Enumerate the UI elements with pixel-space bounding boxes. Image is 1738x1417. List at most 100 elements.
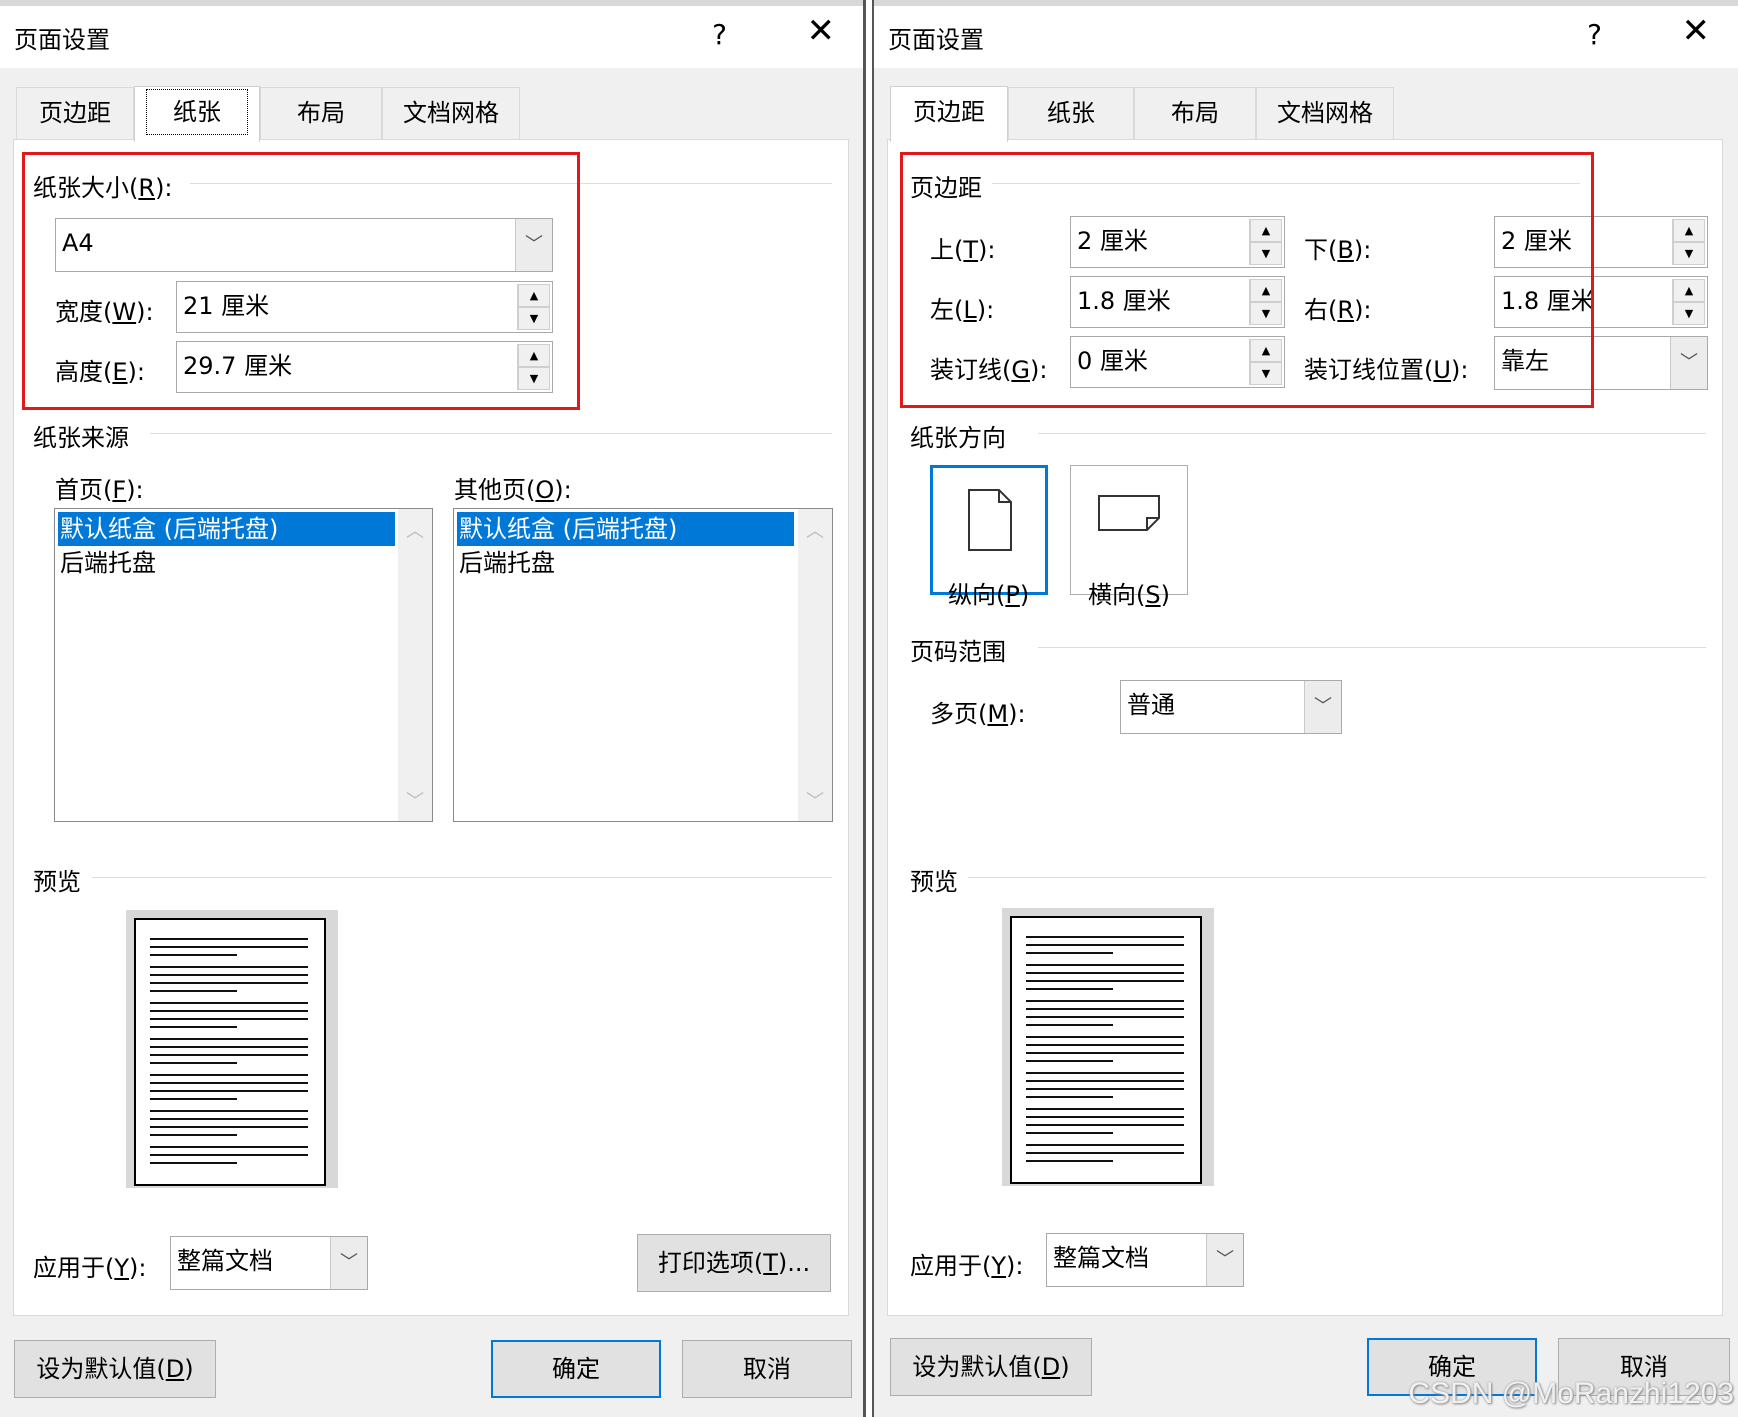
close-icon[interactable]: ✕ xyxy=(807,14,836,48)
preview-text-line xyxy=(150,1110,308,1112)
preview-text-line xyxy=(150,1126,308,1128)
preview-text-line xyxy=(1026,1008,1184,1010)
preview-text-line xyxy=(1026,1060,1113,1062)
preview-text-line xyxy=(1026,1080,1184,1082)
preview-text-line xyxy=(1026,1072,1184,1074)
preview-text-line xyxy=(150,982,308,984)
list-item[interactable]: 后端托盘 xyxy=(58,546,395,580)
multiple-pages-value: 普通 xyxy=(1127,691,1175,719)
tab-paper[interactable]: 纸张 xyxy=(134,86,260,142)
divider xyxy=(92,877,832,878)
tab-label: 文档网格 xyxy=(403,99,499,127)
apply-to-combo[interactable]: 整篇文档 ﹀ xyxy=(1046,1233,1244,1287)
preview-text-line xyxy=(1026,952,1113,954)
right-margin-spinner[interactable]: ▲ ▼ xyxy=(1672,279,1705,325)
preview-text-line xyxy=(150,1054,308,1056)
orientation-label: 纸张方向 xyxy=(910,424,1006,452)
tab-label: 页边距 xyxy=(39,99,111,127)
print-options-button[interactable]: 打印选项(T)... xyxy=(637,1234,831,1292)
set-as-default-button[interactable]: 设为默认值(D) xyxy=(890,1338,1092,1396)
help-icon[interactable]: ? xyxy=(1587,18,1602,51)
portrait-label: 纵向(P) xyxy=(948,581,1030,609)
preview-text-line xyxy=(150,1074,308,1076)
list-item[interactable]: 后端托盘 xyxy=(457,546,794,580)
preview-document xyxy=(134,918,326,1186)
preview-text-line xyxy=(150,946,308,948)
tab-label: 文档网格 xyxy=(1277,99,1373,127)
preview-text-line xyxy=(150,1018,308,1020)
tab-margins[interactable]: 页边距 xyxy=(890,86,1008,142)
ok-button[interactable]: 确定 xyxy=(491,1340,661,1398)
spin-up-icon[interactable]: ▲ xyxy=(1673,219,1705,242)
tab-layout[interactable]: 布局 xyxy=(1134,87,1256,139)
scrollbar[interactable]: ︿ ﹀ xyxy=(798,509,832,821)
preview-text-line xyxy=(1026,1016,1184,1018)
preview-text-line xyxy=(1026,1132,1113,1134)
chevron-down-icon[interactable]: ﹀ xyxy=(1206,1234,1243,1286)
preview-text-line xyxy=(150,1118,308,1120)
dialog-title: 页面设置 xyxy=(888,26,984,54)
chevron-down-icon[interactable]: ﹀ xyxy=(1670,337,1707,389)
other-pages-tray-list[interactable]: 默认纸盒 (后端托盘) 后端托盘 ︿ ﹀ xyxy=(453,508,833,822)
preview-text-line xyxy=(150,1046,308,1048)
preview-text-line xyxy=(1026,964,1184,966)
chevron-up-icon[interactable]: ︿ xyxy=(798,517,832,543)
tab-label: 布局 xyxy=(1171,99,1219,127)
watermark: CSDN @MoRanzhi1203 xyxy=(1408,1377,1734,1410)
close-icon[interactable]: ✕ xyxy=(1682,14,1711,48)
preview-text-line xyxy=(1026,1052,1184,1054)
list-item[interactable]: 默认纸盒 (后端托盘) xyxy=(58,512,395,546)
chevron-down-icon[interactable]: ﹀ xyxy=(398,787,432,813)
apply-to-combo[interactable]: 整篇文档 ﹀ xyxy=(170,1236,368,1290)
chevron-up-icon[interactable]: ︿ xyxy=(398,517,432,543)
preview-text-line xyxy=(150,1154,308,1156)
tab-paper[interactable]: 纸张 xyxy=(1008,87,1134,139)
landscape-label: 横向(S) xyxy=(1088,581,1170,609)
tab-label: 布局 xyxy=(297,99,345,127)
tab-label: 纸张 xyxy=(146,89,248,135)
preview-label: 预览 xyxy=(33,868,81,896)
bottom-margin-spinner[interactable]: ▲ ▼ xyxy=(1672,219,1705,265)
preview-text-line xyxy=(1026,972,1184,974)
spin-down-icon[interactable]: ▼ xyxy=(1673,242,1705,265)
preview-text-line xyxy=(1026,1124,1184,1126)
first-page-label: 首页(F): xyxy=(55,476,144,504)
preview-text-line xyxy=(1026,1096,1113,1098)
multiple-pages-label: 多页(M): xyxy=(930,700,1026,728)
multiple-pages-combo[interactable]: 普通 ﹀ xyxy=(1120,680,1342,734)
tab-document-grid[interactable]: 文档网格 xyxy=(1256,87,1394,139)
preview-text-line xyxy=(150,1098,237,1100)
preview-document xyxy=(1010,916,1202,1184)
dialog-title: 页面设置 xyxy=(14,26,110,54)
preview-text-line xyxy=(1026,1144,1184,1146)
preview-text-line xyxy=(150,1002,308,1004)
list-item[interactable]: 默认纸盒 (后端托盘) xyxy=(457,512,794,546)
preview-text-line xyxy=(1026,988,1113,990)
preview-text-line xyxy=(1026,944,1184,946)
tab-document-grid[interactable]: 文档网格 xyxy=(382,87,520,139)
preview-text-line xyxy=(1026,1044,1184,1046)
other-pages-label: 其他页(O): xyxy=(454,476,572,504)
preview-text-line xyxy=(1026,1036,1184,1038)
preview-text-line xyxy=(1026,1000,1184,1002)
apply-to-label: 应用于(Y): xyxy=(33,1254,147,1282)
spin-up-icon[interactable]: ▲ xyxy=(1673,279,1705,302)
tab-margins[interactable]: 页边距 xyxy=(16,87,134,139)
set-as-default-button[interactable]: 设为默认值(D) xyxy=(14,1340,216,1398)
preview-text-line xyxy=(150,1082,308,1084)
first-page-tray-list[interactable]: 默认纸盒 (后端托盘) 后端托盘 ︿ ﹀ xyxy=(54,508,433,822)
preview-text-line xyxy=(1026,1108,1184,1110)
preview-text-line xyxy=(150,1010,308,1012)
spin-down-icon[interactable]: ▼ xyxy=(1673,302,1705,325)
page-setup-dialog-margins: 页面设置 ? ✕ 页边距 纸张 布局 文档网格 页边距 上(T): 2 厘米 ▲… xyxy=(872,0,1738,1417)
preview-text-line xyxy=(150,1146,308,1148)
title-bar: 页面设置 ? ✕ xyxy=(874,6,1738,68)
tab-label: 纸张 xyxy=(1047,99,1095,127)
tab-layout[interactable]: 布局 xyxy=(260,87,382,139)
chevron-down-icon[interactable]: ﹀ xyxy=(798,787,832,813)
help-icon[interactable]: ? xyxy=(712,18,727,51)
chevron-down-icon[interactable]: ﹀ xyxy=(1304,681,1341,733)
chevron-down-icon[interactable]: ﹀ xyxy=(330,1237,367,1289)
cancel-button[interactable]: 取消 xyxy=(682,1340,852,1398)
scrollbar[interactable]: ︿ ﹀ xyxy=(398,509,432,821)
